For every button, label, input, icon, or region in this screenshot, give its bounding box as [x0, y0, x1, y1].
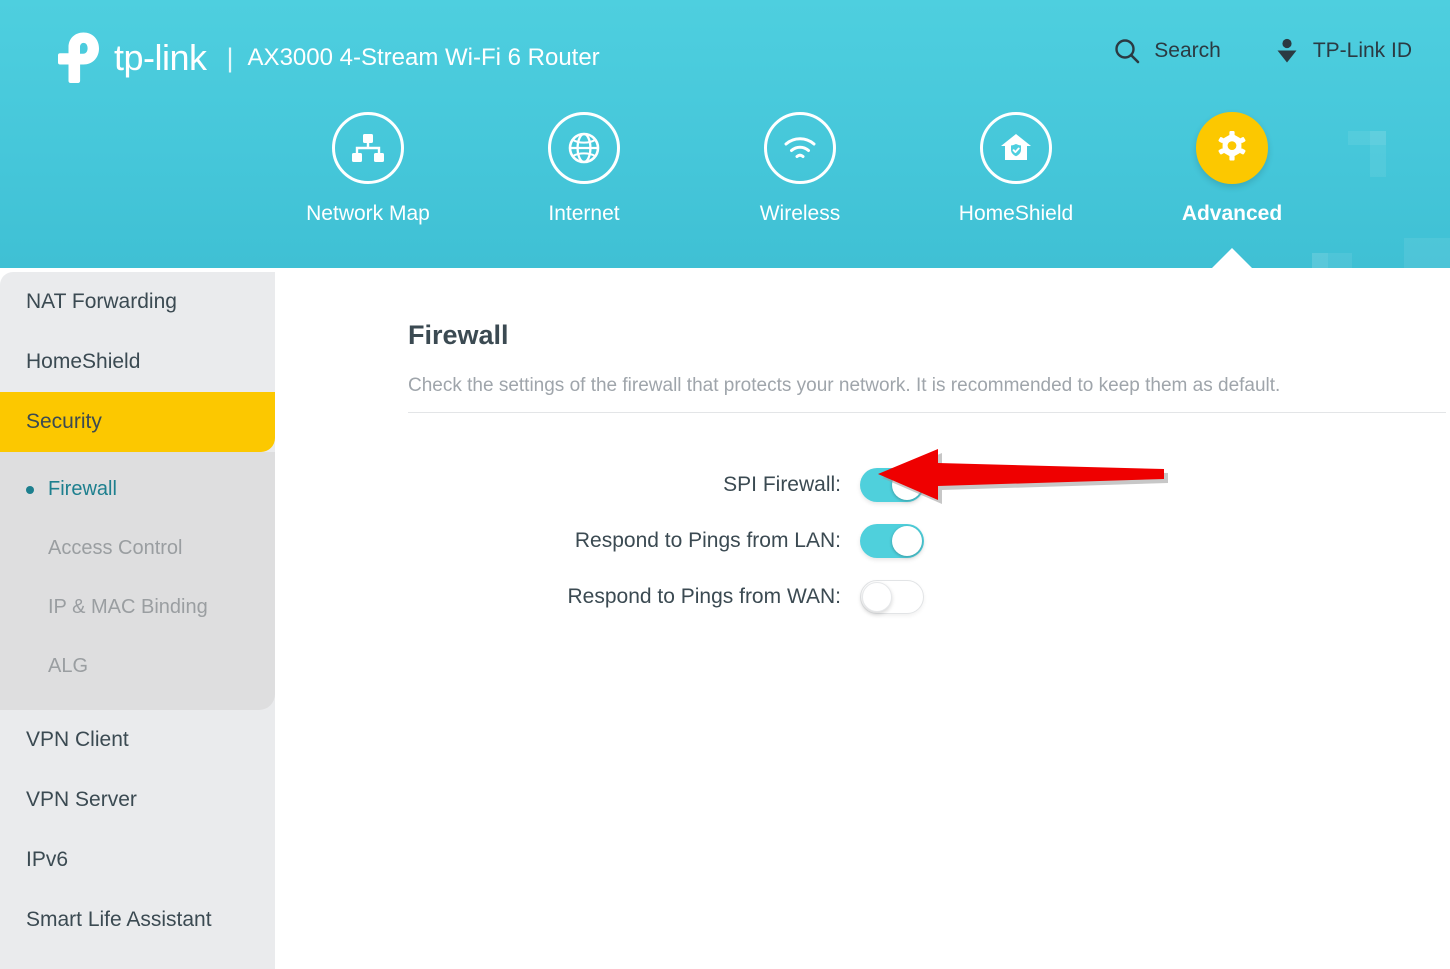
sidebar-item-smart-life-assistant[interactable]: Smart Life Assistant [0, 890, 275, 950]
setting-label: SPI Firewall: [723, 473, 841, 496]
wireless-icon-circle [764, 112, 836, 184]
wifi-signal-icon [784, 137, 816, 158]
internet-icon-circle [548, 112, 620, 184]
sidebar-item-nat-forwarding[interactable]: NAT Forwarding [0, 272, 275, 332]
network-topology-icon [352, 134, 384, 162]
sidebar-subitem-label: ALG [48, 655, 89, 677]
home-shield-icon [1001, 134, 1031, 160]
router-model-name: AX3000 4-Stream Wi-Fi 6 Router [247, 44, 600, 71]
nav-tab-label: HomeShield [958, 202, 1074, 225]
setting-label: Respond to Pings from LAN: [574, 529, 841, 552]
nav-tab-advanced[interactable]: Advanced [1124, 112, 1340, 226]
content-divider [408, 412, 1446, 413]
sidebar-subitem-label: Firewall [48, 478, 117, 500]
sidebar-submenu-security: Firewall Access Control IP & MAC Binding… [0, 452, 275, 710]
sidebar-item-label: IPv6 [26, 848, 69, 871]
active-bullet-icon [26, 485, 34, 494]
search-button[interactable]: Search [1112, 36, 1221, 66]
sidebar-subitem-ip-mac-binding[interactable]: IP & MAC Binding [0, 578, 275, 637]
toggle-knob [892, 526, 922, 556]
page-title: Firewall [408, 320, 509, 350]
main-content: Firewall Check the settings of the firew… [275, 272, 1450, 969]
active-tab-pointer [1210, 248, 1254, 268]
tp-link-logo-icon [58, 32, 99, 83]
main-navigation: Network Map Internet Wireless HomeShield… [0, 112, 1450, 226]
search-label: Search [1154, 39, 1221, 62]
decorative-shape [1312, 253, 1328, 268]
sidebar-item-vpn-client[interactable]: VPN Client [0, 710, 275, 770]
nav-tab-homeshield[interactable]: HomeShield [908, 112, 1124, 226]
page-description: Check the settings of the firewall that … [408, 375, 1281, 396]
respond-pings-wan-toggle[interactable] [860, 580, 924, 614]
sidebar-subitem-alg[interactable]: ALG [0, 637, 275, 696]
user-account-icon [1277, 38, 1297, 63]
sidebar-subitem-label: Access Control [48, 537, 183, 559]
network-map-icon-circle [332, 112, 404, 184]
sidebar-subitem-label: IP & MAC Binding [48, 596, 208, 618]
nav-tab-internet[interactable]: Internet [476, 112, 692, 226]
sidebar-item-security[interactable]: Security [0, 392, 275, 452]
red-arrow-annotation-icon [878, 449, 1168, 504]
nav-tab-label: Wireless [759, 202, 841, 225]
nav-tab-label: Network Map [306, 202, 430, 225]
sidebar-subitem-firewall[interactable]: Firewall [0, 460, 275, 519]
respond-pings-lan-toggle[interactable] [860, 524, 924, 558]
tplink-id-button[interactable]: TP-Link ID [1273, 37, 1412, 65]
brand-separator: | [226, 42, 234, 73]
search-icon [1115, 39, 1140, 64]
setting-row-respond-pings-lan: Respond to Pings from LAN: [275, 513, 1450, 569]
toggle-knob [862, 582, 892, 612]
setting-label: Respond to Pings from WAN: [567, 585, 842, 608]
setting-row-respond-pings-wan: Respond to Pings from WAN: [275, 569, 1450, 625]
sidebar-item-homeshield[interactable]: HomeShield [0, 332, 275, 392]
sidebar-item-label: VPN Server [26, 788, 137, 811]
nav-tab-wireless[interactable]: Wireless [692, 112, 908, 226]
sidebar-item-label: Security [26, 410, 102, 433]
brand-name: tp-link [114, 37, 207, 78]
header-actions: Search TP-Link ID [1112, 36, 1412, 66]
tplink-id-label: TP-Link ID [1312, 39, 1412, 62]
sidebar-subitem-access-control[interactable]: Access Control [0, 519, 275, 578]
nav-tab-label: Internet [548, 202, 620, 225]
router-admin-page: tp-link | AX3000 4-Stream Wi-Fi 6 Router… [0, 0, 1450, 969]
sidebar-item-label: Smart Life Assistant [26, 908, 212, 931]
sidebar-item-vpn-server[interactable]: VPN Server [0, 770, 275, 830]
gear-icon [1218, 131, 1246, 161]
nav-tab-network-map[interactable]: Network Map [260, 112, 476, 226]
brand-logo[interactable]: tp-link | AX3000 4-Stream Wi-Fi 6 Router [50, 30, 600, 86]
sidebar-item-label: HomeShield [26, 350, 141, 373]
decorative-shape [1404, 238, 1450, 268]
advanced-icon-circle [1196, 112, 1268, 184]
setting-row-spi-firewall: SPI Firewall: [275, 457, 1450, 513]
sidebar-item-label: NAT Forwarding [26, 290, 177, 313]
sidebar-navigation: NAT Forwarding HomeShield Security Firew… [0, 272, 275, 969]
globe-icon [568, 132, 600, 164]
homeshield-icon-circle [980, 112, 1052, 184]
sidebar-item-ipv6[interactable]: IPv6 [0, 830, 275, 890]
firewall-settings-list: SPI Firewall: Respond to Pings from LAN:… [275, 457, 1450, 625]
sidebar-item-label: VPN Client [26, 728, 129, 751]
nav-tab-label: Advanced [1181, 202, 1283, 225]
page-header: tp-link | AX3000 4-Stream Wi-Fi 6 Router… [0, 0, 1450, 268]
